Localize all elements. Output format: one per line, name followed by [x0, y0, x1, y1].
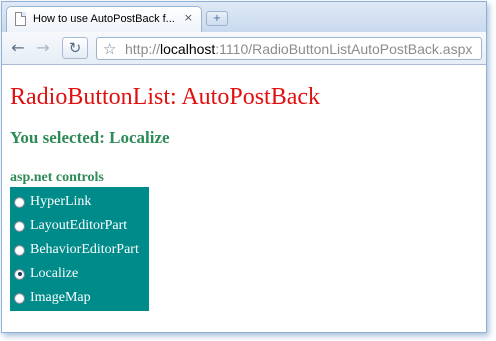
- radio-button[interactable]: [14, 196, 25, 208]
- radio-button[interactable]: [14, 292, 25, 304]
- radio-label[interactable]: HyperLink: [30, 194, 91, 210]
- radio-label[interactable]: Localize: [30, 266, 78, 282]
- tab-strip: How to use AutoPostBack f... × +: [2, 2, 486, 32]
- page-title: RadioButtonList: AutoPostBack: [10, 84, 321, 110]
- url-scheme: http://: [125, 41, 161, 57]
- radio-group-label: asp.net controls: [10, 170, 104, 185]
- back-arrow-icon[interactable]: ←: [8, 38, 28, 58]
- page-icon: [15, 12, 26, 26]
- url-path: :1110/RadioButtonListAutoPostBack.aspx: [215, 41, 473, 57]
- selected-message: You selected: Localize: [10, 128, 170, 147]
- star-icon[interactable]: ☆: [103, 39, 116, 59]
- close-tab-icon[interactable]: ×: [184, 11, 193, 24]
- radio-item-hyperlink[interactable]: HyperLink: [10, 190, 149, 214]
- radio-item-localize[interactable]: Localize: [10, 262, 149, 286]
- browser-tab[interactable]: How to use AutoPostBack f... ×: [6, 6, 202, 32]
- radio-label[interactable]: ImageMap: [30, 290, 91, 306]
- radio-item-behavioreditorpart[interactable]: BehaviorEditorPart: [10, 238, 149, 262]
- radio-item-layouteditorpart[interactable]: LayoutEditorPart: [10, 214, 149, 238]
- url-host: localhost: [160, 41, 216, 57]
- url-text[interactable]: http://localhost:1110/RadioButtonListAut…: [125, 41, 472, 57]
- radio-label[interactable]: BehaviorEditorPart: [30, 242, 139, 258]
- new-tab-button[interactable]: +: [206, 11, 228, 26]
- radio-button[interactable]: [14, 220, 25, 232]
- reload-icon[interactable]: ↻: [62, 37, 88, 59]
- radio-button-list: HyperLink LayoutEditorPart BehaviorEdito…: [10, 187, 149, 311]
- browser-window: How to use AutoPostBack f... × + ← → ↻ ☆…: [1, 1, 487, 333]
- browser-toolbar: ← → ↻ ☆ http://localhost:1110/RadioButto…: [2, 32, 486, 65]
- address-bar[interactable]: ☆ http://localhost:1110/RadioButtonListA…: [96, 37, 482, 60]
- radio-item-imagemap[interactable]: ImageMap: [10, 286, 149, 310]
- page-content: RadioButtonList: AutoPostBack You select…: [2, 66, 486, 332]
- tab-title: How to use AutoPostBack f...: [33, 13, 175, 25]
- radio-button[interactable]: [14, 268, 25, 280]
- radio-button[interactable]: [14, 244, 25, 256]
- forward-arrow-icon[interactable]: →: [33, 38, 53, 58]
- radio-label[interactable]: LayoutEditorPart: [30, 218, 127, 234]
